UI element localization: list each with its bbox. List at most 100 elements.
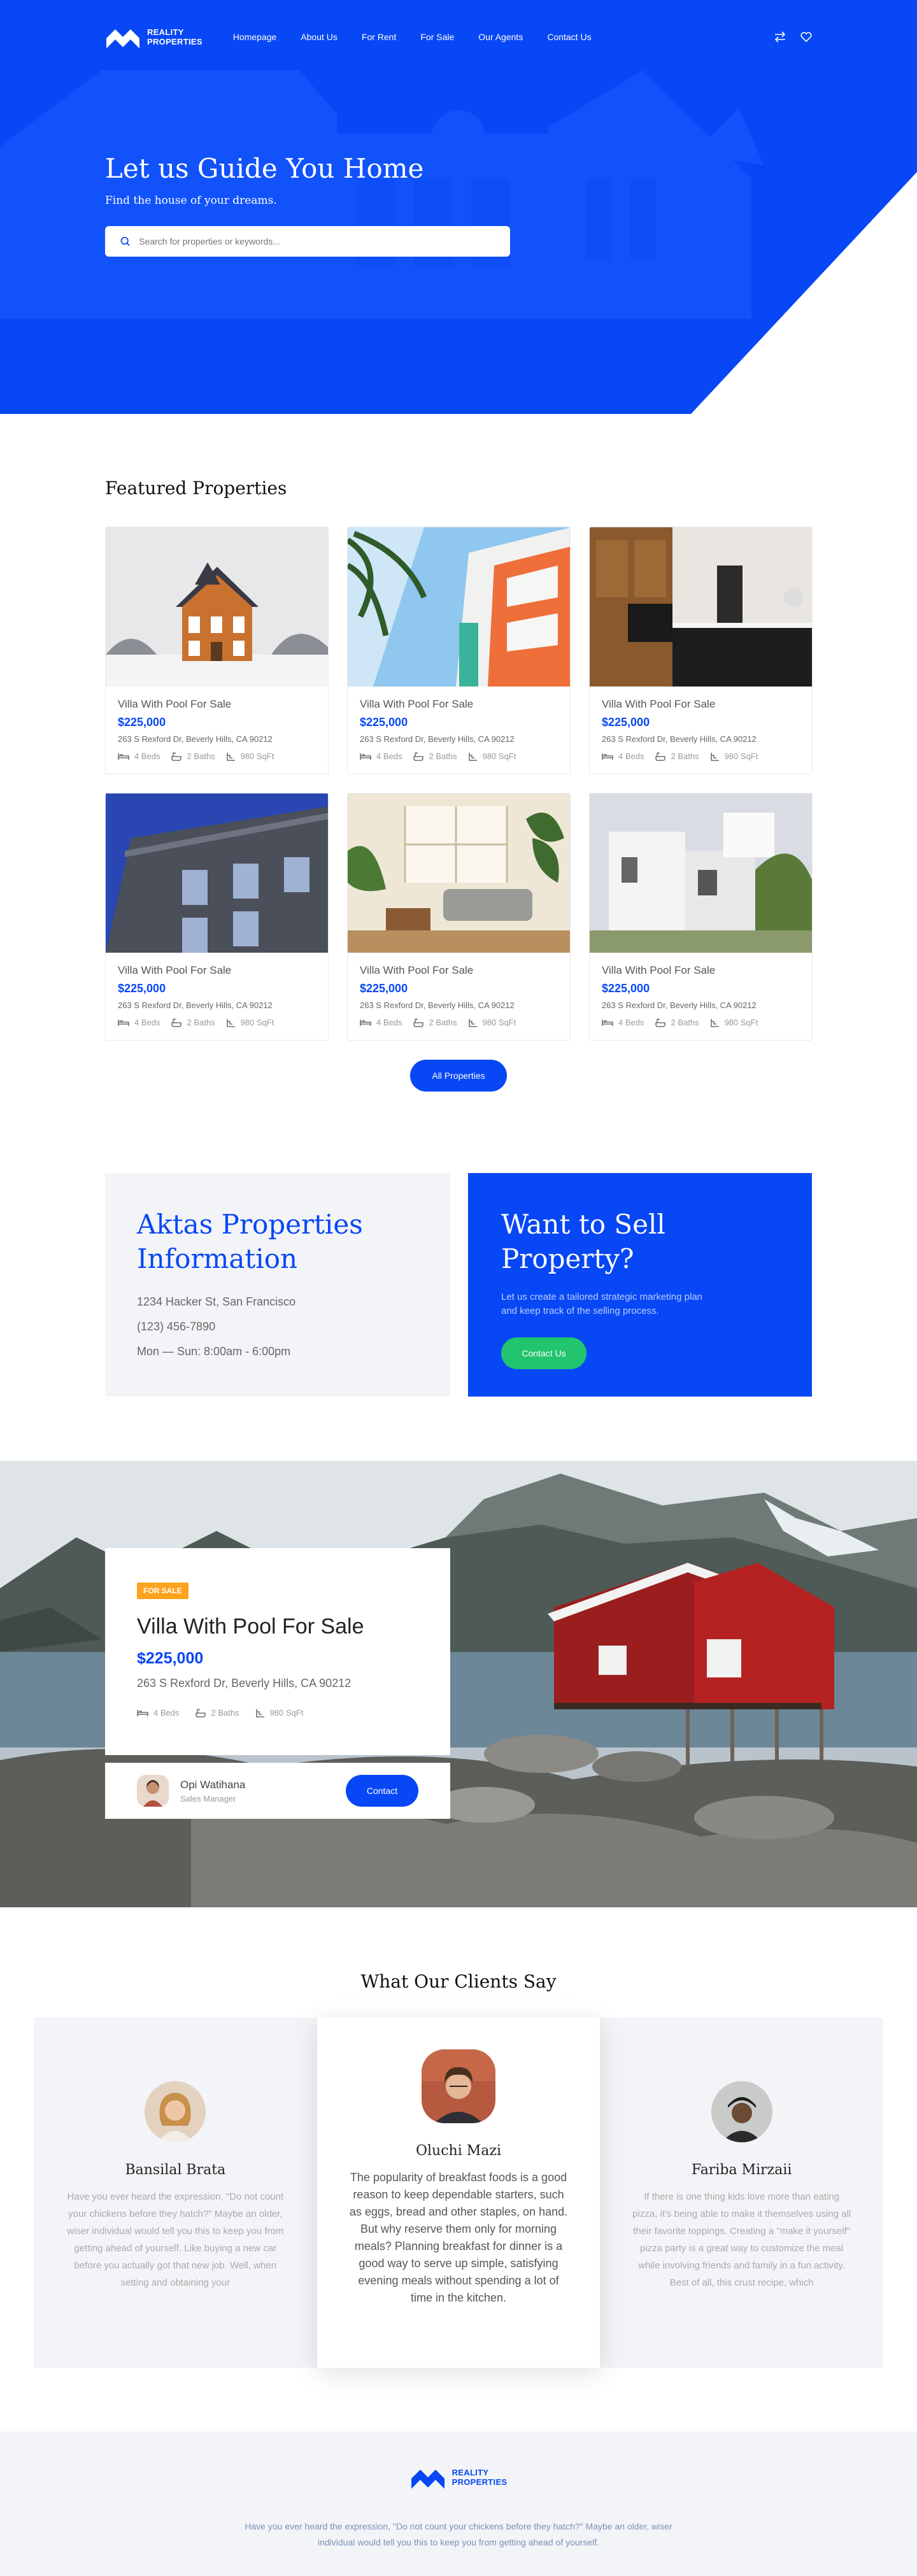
featured-section: Featured Properties Villa With Pool For … (0, 414, 917, 1092)
property-image (348, 793, 570, 953)
listing-beds: 4 Beds (153, 1708, 180, 1718)
for-sale-badge: FOR SALE (137, 1583, 188, 1599)
agent-name: Opi Watihana (180, 1778, 246, 1791)
heart-icon[interactable] (800, 32, 812, 42)
company-hours: Mon — Sun: 8:00am - 6:00pm (137, 1345, 291, 1358)
card-price: $225,000 (602, 716, 650, 729)
footer: REALITY PROPERTIES Have you ever heard t… (0, 2431, 917, 2576)
sell-title: Want to Sell Property? (501, 1209, 665, 1274)
card-address: 263 S Rexford Dr, Beverly Hills, CA 9021… (360, 734, 515, 744)
listing-banner: FOR SALE Villa With Pool For Sale $225,0… (0, 1461, 917, 1907)
card-address: 263 S Rexford Dr, Beverly Hills, CA 9021… (602, 1000, 757, 1010)
client-avatar (422, 2049, 495, 2123)
sell-description: Let us create a tailored strategic marke… (501, 1292, 703, 1316)
card-area: 980 SqFt (482, 751, 516, 761)
footer-brand-line1: REALITY (451, 2468, 489, 2477)
testimonials-section: What Our Clients Say Bansilal Brata Have… (0, 1907, 917, 2368)
card-beds: 4 Beds (618, 751, 644, 761)
property-card[interactable]: Villa With Pool For Sale $225,000 263 S … (105, 793, 329, 1041)
sell-property-panel: Want to Sell Property? Let us create a t… (468, 1173, 812, 1397)
area-icon (255, 1709, 264, 1718)
card-area: 980 SqFt (482, 1018, 516, 1027)
property-card[interactable]: Villa With Pool For Sale $225,000 263 S … (105, 527, 329, 774)
card-address: 263 S Rexford Dr, Beverly Hills, CA 9021… (118, 734, 273, 744)
bath-icon (171, 1018, 182, 1027)
card-title: Villa With Pool For Sale (360, 964, 474, 976)
card-baths: 2 Baths (187, 751, 215, 761)
card-beds: 4 Beds (618, 1018, 644, 1027)
listing-card[interactable]: FOR SALE Villa With Pool For Sale $225,0… (105, 1548, 450, 1755)
nav-link-for-sale[interactable]: For Sale (420, 32, 454, 42)
hero-subtitle: Find the house of your dreams. (105, 194, 277, 207)
contact-us-button[interactable]: Contact Us (501, 1337, 586, 1369)
testimonials-title: What Our Clients Say (360, 1971, 557, 1992)
all-properties-button[interactable]: All Properties (410, 1060, 507, 1092)
bath-icon (171, 751, 182, 761)
brand-line2: PROPERTIES (147, 37, 203, 46)
hero-title: Let us Guide You Home (105, 153, 424, 184)
property-image (106, 793, 328, 953)
property-image (348, 527, 570, 687)
card-price: $225,000 (602, 982, 650, 995)
area-icon (468, 1018, 477, 1027)
card-title: Villa With Pool For Sale (602, 698, 716, 710)
client-avatar (711, 2081, 772, 2142)
search-input[interactable] (139, 236, 495, 246)
agent-contact-button[interactable]: Contact (346, 1775, 418, 1807)
brand-logo[interactable]: REALITY PROPERTIES (105, 24, 203, 50)
testimonial-row: Bansilal Brata Have you ever heard the e… (34, 2017, 884, 2368)
area-icon (710, 1018, 719, 1027)
area-icon (468, 752, 477, 761)
testimonial-card: Fariba Mirzaii If there is one thing kid… (600, 2017, 884, 2368)
card-title: Villa With Pool For Sale (118, 964, 232, 976)
testimonial-card: Bansilal Brata Have you ever heard the e… (34, 2017, 317, 2368)
brand-mark-icon (411, 2470, 444, 2489)
property-card[interactable]: Villa With Pool For Sale $225,000 263 S … (589, 527, 813, 774)
card-title: Villa With Pool For Sale (602, 964, 716, 976)
nav-link-for-rent[interactable]: For Rent (362, 32, 396, 42)
client-quote: Have you ever heard the expression, "Do … (67, 2191, 284, 2288)
card-baths: 2 Baths (429, 1018, 457, 1027)
card-price: $225,000 (118, 982, 166, 995)
client-quote: If there is one thing kids love more tha… (632, 2191, 851, 2288)
company-phone: (123) 456-7890 (137, 1320, 216, 1333)
client-avatar (145, 2081, 206, 2142)
nav-link-about[interactable]: About Us (301, 32, 338, 42)
testimonial-card-featured: Oluchi Mazi The popularity of breakfast … (316, 2017, 601, 2368)
search-bar[interactable] (105, 226, 510, 257)
nav-link-homepage[interactable]: Homepage (233, 32, 277, 42)
bed-icon (602, 753, 613, 760)
bed-icon (602, 1019, 613, 1026)
card-beds: 4 Beds (376, 751, 402, 761)
nav-link-agents[interactable]: Our Agents (478, 32, 523, 42)
property-grid: Villa With Pool For Sale $225,000 263 S … (105, 527, 813, 1041)
nav-links: Homepage About Us For Rent For Sale Our … (233, 32, 592, 42)
bed-icon (137, 1709, 148, 1716)
bed-icon (360, 753, 371, 760)
client-name: Oluchi Mazi (415, 2143, 502, 2159)
card-price: $225,000 (118, 716, 166, 729)
info-section: Aktas Properties Information 1234 Hacker… (0, 1092, 917, 1397)
card-price: $225,000 (360, 982, 408, 995)
card-beds: 4 Beds (134, 751, 160, 761)
property-image (106, 527, 328, 687)
bed-icon (118, 753, 129, 760)
search-icon (120, 236, 130, 246)
client-name: Fariba Mirzaii (691, 2162, 792, 2178)
card-baths: 2 Baths (429, 751, 457, 761)
hero-section: REALITY PROPERTIES Homepage About Us For… (0, 0, 917, 414)
compare-arrows-icon[interactable] (774, 31, 786, 43)
company-address: 1234 Hacker St, San Francisco (137, 1295, 296, 1308)
main-nav: REALITY PROPERTIES Homepage About Us For… (105, 23, 812, 51)
bath-icon (195, 1708, 206, 1718)
hero-content: Let us Guide You Home Find the house of … (105, 153, 510, 257)
footer-logo[interactable]: REALITY PROPERTIES (410, 2465, 508, 2490)
property-card[interactable]: Villa With Pool For Sale $225,000 263 S … (347, 527, 571, 774)
card-beds: 4 Beds (376, 1018, 402, 1027)
nav-link-contact[interactable]: Contact Us (547, 32, 591, 42)
agent-role: Sales Manager (180, 1793, 236, 1804)
client-name: Bansilal Brata (125, 2162, 226, 2178)
property-card[interactable]: Villa With Pool For Sale $225,000 263 S … (347, 793, 571, 1041)
property-card[interactable]: Villa With Pool For Sale $225,000 263 S … (589, 793, 813, 1041)
agent-avatar (137, 1775, 169, 1807)
